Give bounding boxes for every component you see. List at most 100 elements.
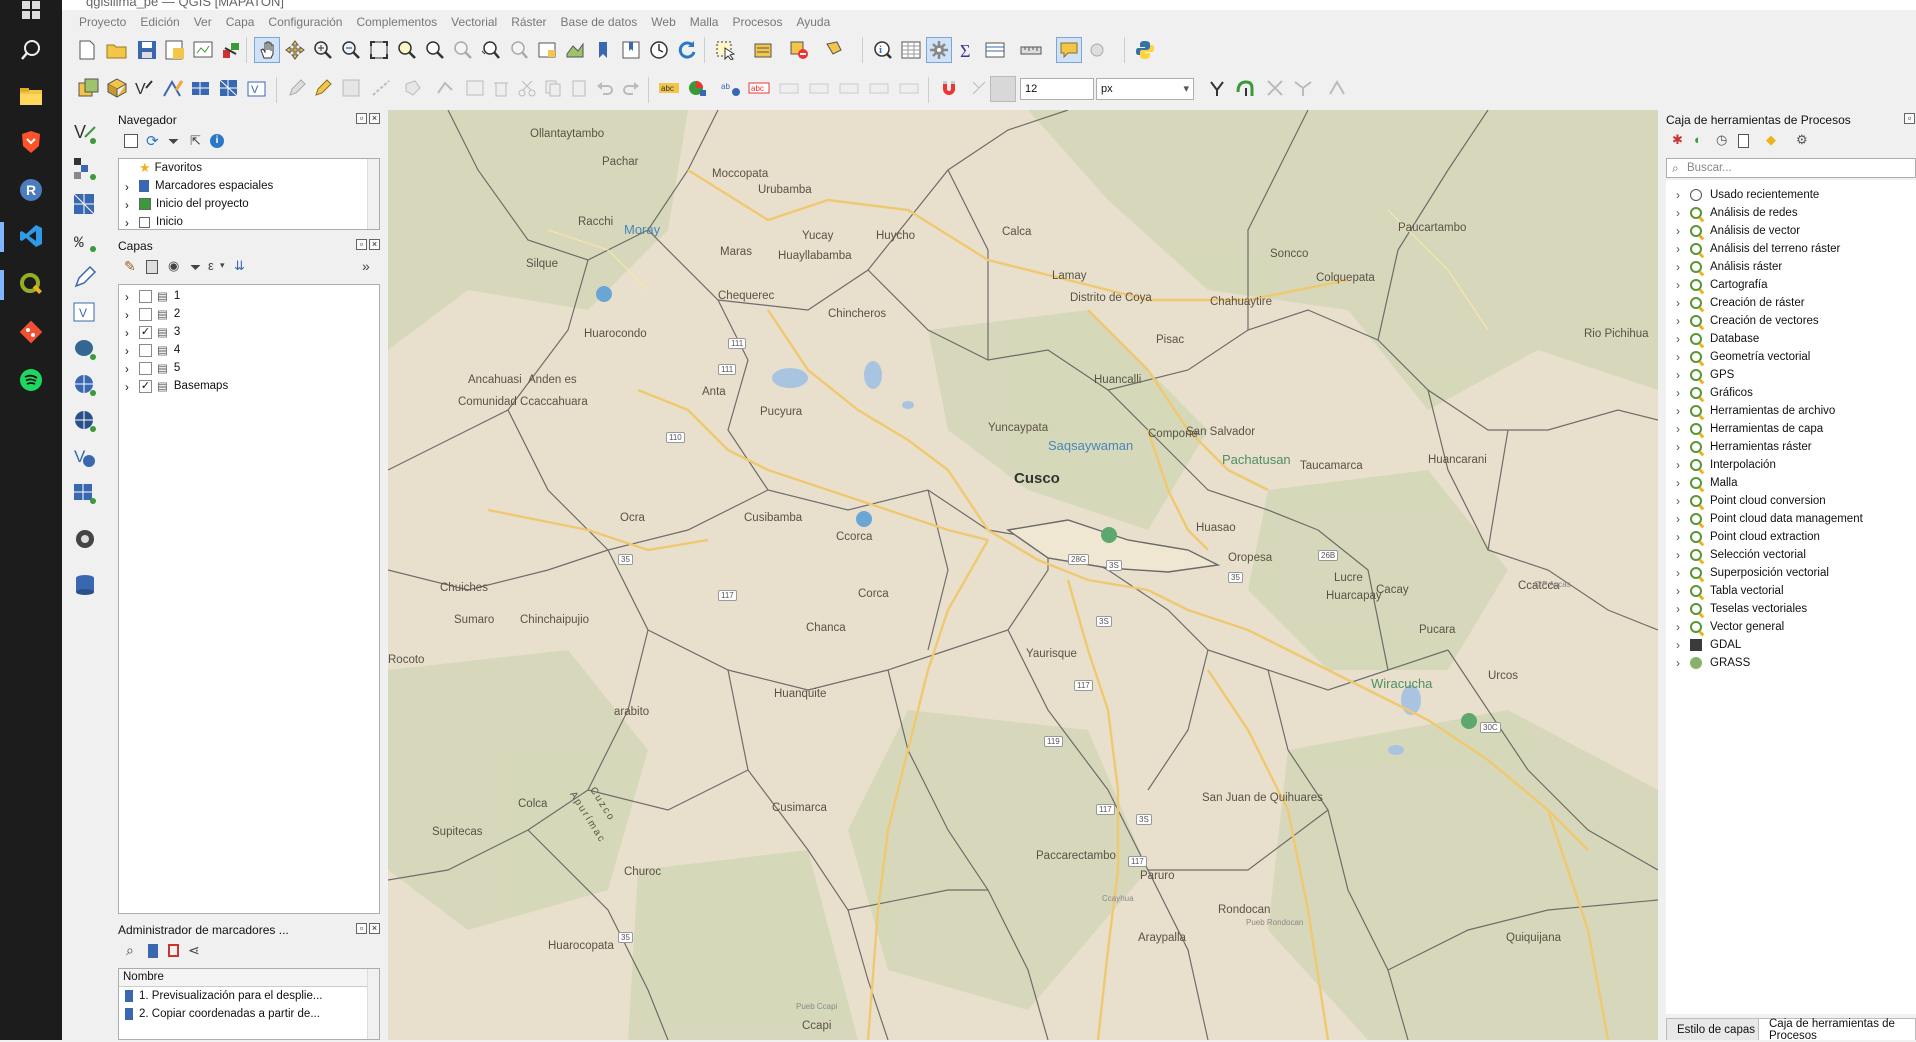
show-bookmarks-icon[interactable] <box>618 37 644 63</box>
paste-features-icon[interactable] <box>566 75 592 101</box>
expand-icon[interactable]: › <box>1676 584 1690 598</box>
scripts-icon[interactable]: ◐ <box>1694 132 1702 147</box>
menu-web[interactable]: Web <box>644 12 682 32</box>
algorithm-group[interactable]: › Geometría vectorial <box>1676 348 1810 366</box>
current-edits-icon[interactable] <box>284 75 310 101</box>
layer-visibility-checkbox[interactable] <box>139 289 152 303</box>
expand-icon[interactable]: › <box>1676 242 1690 256</box>
menu-ver[interactable]: Ver <box>187 12 219 32</box>
intersection-snapping-icon[interactable] <box>1262 75 1288 101</box>
close-panel-icon[interactable]: × <box>369 923 380 934</box>
select-location-icon[interactable] <box>822 37 848 63</box>
expand-icon[interactable]: › <box>1676 296 1690 310</box>
expand-icon[interactable]: › <box>125 218 133 229</box>
toggle-editing-icon[interactable] <box>310 75 336 101</box>
map-tips-icon[interactable] <box>1056 37 1082 63</box>
float-panel-icon[interactable]: ▫ <box>356 239 367 250</box>
new-shapefile-icon[interactable]: V <box>132 75 158 101</box>
edit-features-in-place-icon[interactable]: ◆ <box>1766 132 1776 148</box>
float-panel-icon[interactable]: ▫ <box>1904 113 1915 124</box>
text-annotation-icon[interactable] <box>1084 37 1110 63</box>
layer-visibility-checkbox[interactable] <box>139 343 152 357</box>
map-canvas[interactable]: Ollantaytambo Pachar Moccopata Urubamba Calc… <box>388 110 1658 1040</box>
close-panel-icon[interactable]: × <box>369 239 380 250</box>
zoom-native-icon[interactable] <box>450 37 476 63</box>
layer-visibility-checkbox[interactable]: ✓ <box>139 325 152 339</box>
history-icon[interactable]: ◷ <box>1716 132 1727 148</box>
expand-icon[interactable]: › <box>1676 440 1690 454</box>
algorithm-group[interactable]: › Análisis ráster <box>1676 258 1782 276</box>
pan-to-selection-icon[interactable] <box>282 37 308 63</box>
layer-row[interactable]: › ✓ ▤ Basemaps <box>119 377 228 395</box>
expand-icon[interactable]: › <box>1676 548 1690 562</box>
expand-icon[interactable]: › <box>125 328 133 340</box>
add-raster-layer-icon[interactable] <box>72 156 98 182</box>
vertex-tool-icon[interactable] <box>432 75 458 101</box>
new-map-view-icon[interactable] <box>534 37 560 63</box>
filter-by-expression-icon[interactable]: ε <box>208 258 214 273</box>
menu-edicion[interactable]: Edición <box>133 12 186 32</box>
git-app-icon[interactable] <box>13 314 49 350</box>
expand-icon[interactable]: › <box>1676 206 1690 220</box>
open-project-icon[interactable] <box>104 37 130 63</box>
expand-icon[interactable]: › <box>1676 278 1690 292</box>
algorithm-group[interactable]: › Análisis del terreno ráster <box>1676 240 1840 258</box>
open-field-calculator-icon[interactable] <box>982 37 1008 63</box>
models-icon[interactable]: ✱ <box>1672 132 1683 148</box>
layer-row[interactable]: › ▤ 4 <box>119 341 180 359</box>
processing-toolbox-icon[interactable] <box>926 37 952 63</box>
delete-bookmark-icon[interactable] <box>168 944 179 957</box>
show-hide-labels-icon[interactable] <box>806 75 832 101</box>
new-bookmark-icon[interactable] <box>590 37 616 63</box>
expand-icon[interactable]: › <box>1676 638 1690 652</box>
menu-configuracion[interactable]: Configuración <box>261 12 349 32</box>
layer-row[interactable]: › ✓ ▤ 3 <box>119 323 180 341</box>
expand-icon[interactable]: › <box>125 292 133 304</box>
expand-all-icon[interactable]: ⇊ <box>234 258 245 274</box>
file-explorer-icon[interactable] <box>13 78 49 114</box>
expand-icon[interactable]: › <box>125 310 133 322</box>
algorithm-group[interactable]: › GDAL <box>1676 636 1741 654</box>
layer-diagram-icon[interactable] <box>684 75 710 101</box>
algorithm-group[interactable]: › Vector general <box>1676 618 1784 636</box>
algorithm-group[interactable]: › Creación de vectores <box>1676 312 1819 330</box>
filter-icon[interactable]: ⏷ <box>168 133 179 150</box>
scrollbar[interactable] <box>367 969 379 1039</box>
menu-ayuda[interactable]: Ayuda <box>789 12 837 32</box>
snapping-color-box[interactable] <box>990 76 1016 102</box>
zoom-to-selection-icon[interactable] <box>394 37 420 63</box>
algorithm-group[interactable]: › Herramientas de archivo <box>1676 402 1835 420</box>
layer-visibility-checkbox[interactable] <box>139 361 152 375</box>
deselect-features-icon[interactable] <box>786 37 812 63</box>
algorithm-group[interactable]: › Database <box>1676 330 1759 348</box>
expand-icon[interactable]: › <box>1676 566 1690 580</box>
algorithm-group[interactable]: › Herramientas de capa <box>1676 420 1823 438</box>
rotate-label-icon[interactable] <box>866 75 892 101</box>
add-arcgis-layer-icon[interactable]: V <box>72 444 98 470</box>
advanced-digitizing-icon[interactable] <box>1290 75 1316 101</box>
add-bookmark-icon[interactable] <box>148 944 158 958</box>
expand-icon[interactable]: › <box>1676 494 1690 508</box>
expand-icon[interactable] <box>125 164 133 172</box>
tab-estilo-de-capas[interactable]: Estilo de capas <box>1666 1018 1766 1040</box>
select-by-value-icon[interactable] <box>750 37 776 63</box>
pin-labels-icon[interactable] <box>776 75 802 101</box>
expand-icon[interactable]: › <box>1676 476 1690 490</box>
add-gps-icon[interactable] <box>72 526 98 552</box>
expand-icon[interactable]: › <box>1676 512 1690 526</box>
zoom-in-icon[interactable] <box>310 37 336 63</box>
statistical-summary-icon[interactable]: Σ <box>954 37 980 63</box>
processing-search-input[interactable]: ⌕ Buscar... <box>1666 158 1916 178</box>
menu-raster[interactable]: Ráster <box>504 12 553 32</box>
filter-legend-icon[interactable]: ⏷ <box>190 259 201 276</box>
menu-capa[interactable]: Capa <box>219 12 262 32</box>
more-tools-icon[interactable]: » <box>362 258 370 274</box>
expand-icon[interactable]: › <box>1676 602 1690 616</box>
style-manager-icon[interactable] <box>218 37 244 63</box>
undo-icon[interactable] <box>592 75 618 101</box>
measure-line-icon[interactable] <box>1018 37 1044 63</box>
expand-icon[interactable]: › <box>125 182 133 194</box>
add-virtual-layer-icon[interactable]: V <box>72 300 98 326</box>
change-label-icon[interactable] <box>896 75 922 101</box>
new-temporary-layer-icon[interactable] <box>160 75 186 101</box>
